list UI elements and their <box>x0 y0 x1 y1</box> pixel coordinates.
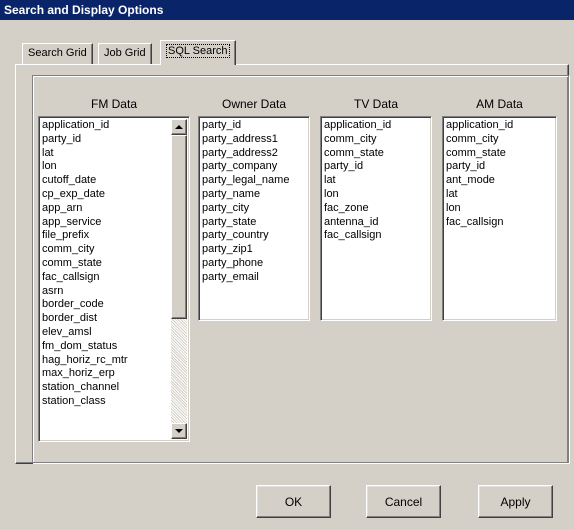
list-item[interactable]: party_email <box>202 271 309 285</box>
tv-data-items: application_id comm_city comm_state party_i… <box>321 117 431 243</box>
list-item[interactable]: party_city <box>202 202 309 216</box>
scroll-up-button[interactable] <box>171 119 187 135</box>
tab-label: SQL Search <box>166 44 230 58</box>
list-item[interactable]: app_service <box>42 216 189 230</box>
am-data-items: application_id comm_city comm_state party_i… <box>443 117 556 229</box>
list-item[interactable]: lon <box>446 202 556 216</box>
fm-data-scrollbar[interactable] <box>171 119 187 439</box>
list-item[interactable]: asrn <box>42 285 189 299</box>
tab-label: Search Grid <box>28 47 87 59</box>
list-item[interactable]: fac_callsign <box>42 271 189 285</box>
list-item[interactable]: party_address2 <box>202 147 309 161</box>
ok-button[interactable]: OK <box>256 485 331 518</box>
list-item[interactable]: party_name <box>202 188 309 202</box>
list-item[interactable]: comm_city <box>324 133 431 147</box>
list-item[interactable]: fac_zone <box>324 202 431 216</box>
list-item[interactable]: comm_city <box>446 133 556 147</box>
list-item[interactable]: party_state <box>202 216 309 230</box>
list-item[interactable]: party_legal_name <box>202 174 309 188</box>
list-item[interactable]: comm_state <box>42 257 189 271</box>
list-item[interactable]: border_dist <box>42 312 189 326</box>
list-item[interactable]: comm_state <box>324 147 431 161</box>
list-item[interactable]: station_channel <box>42 381 189 395</box>
arrow-down-icon <box>175 429 183 433</box>
list-item[interactable]: party_id <box>202 119 309 133</box>
list-item[interactable]: lon <box>324 188 431 202</box>
fm-data-items: application_id party_id lat lon cutoff_date c… <box>39 117 189 409</box>
list-item[interactable]: party_address1 <box>202 133 309 147</box>
list-item[interactable]: lat <box>446 188 556 202</box>
list-item[interactable]: application_id <box>446 119 556 133</box>
list-item[interactable]: fac_callsign <box>446 216 556 230</box>
apply-button[interactable]: Apply <box>478 485 553 518</box>
tv-data-list[interactable]: application_id comm_city comm_state party_i… <box>320 116 432 321</box>
list-item[interactable]: lat <box>42 147 189 161</box>
list-item[interactable]: party_phone <box>202 257 309 271</box>
list-item[interactable]: fac_callsign <box>324 229 431 243</box>
list-item[interactable]: hag_horiz_rc_mtr <box>42 354 189 368</box>
list-item[interactable]: ant_mode <box>446 174 556 188</box>
list-item[interactable]: fm_dom_status <box>42 340 189 354</box>
owner-data-items: party_id party_address1 party_address2 part… <box>199 117 309 285</box>
tab-label: Job Grid <box>104 47 146 59</box>
list-item[interactable]: app_arn <box>42 202 189 216</box>
fm-data-list[interactable]: application_id party_id lat lon cutoff_date c… <box>38 116 190 442</box>
list-item[interactable]: antenna_id <box>324 216 431 230</box>
scroll-thumb[interactable] <box>171 135 187 319</box>
list-item[interactable]: lon <box>42 160 189 174</box>
list-item[interactable]: lat <box>324 174 431 188</box>
list-item[interactable]: file_prefix <box>42 229 189 243</box>
list-item[interactable]: comm_city <box>42 243 189 257</box>
tab-search-grid[interactable]: Search Grid <box>22 43 93 64</box>
tab-job-grid[interactable]: Job Grid <box>98 43 152 64</box>
list-item[interactable]: party_company <box>202 160 309 174</box>
owner-data-list[interactable]: party_id party_address1 party_address2 part… <box>198 116 310 321</box>
arrow-up-icon <box>175 125 183 129</box>
list-item[interactable]: cp_exp_date <box>42 188 189 202</box>
list-item[interactable]: station_class <box>42 395 189 409</box>
list-item[interactable]: cutoff_date <box>42 174 189 188</box>
window-title: Search and Display Options <box>0 0 574 20</box>
list-item[interactable]: party_id <box>42 133 189 147</box>
scroll-down-button[interactable] <box>171 423 187 439</box>
list-item[interactable]: party_country <box>202 229 309 243</box>
list-item[interactable]: party_id <box>324 160 431 174</box>
list-item[interactable]: application_id <box>42 119 189 133</box>
list-item[interactable]: elev_amsl <box>42 326 189 340</box>
list-item[interactable]: border_code <box>42 298 189 312</box>
list-item[interactable]: max_horiz_erp <box>42 367 189 381</box>
cancel-button[interactable]: Cancel <box>366 485 441 518</box>
list-item[interactable]: application_id <box>324 119 431 133</box>
list-item[interactable]: party_zip1 <box>202 243 309 257</box>
list-item[interactable]: party_id <box>446 160 556 174</box>
tab-sql-search[interactable]: SQL Search <box>160 40 236 65</box>
list-item[interactable]: comm_state <box>446 147 556 161</box>
am-data-list[interactable]: application_id comm_city comm_state party_i… <box>442 116 557 321</box>
